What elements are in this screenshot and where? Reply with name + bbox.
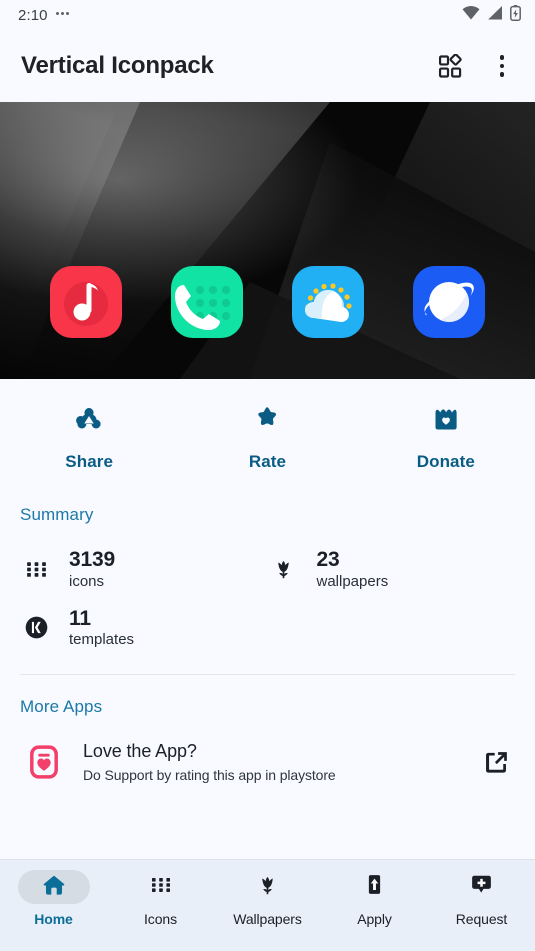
nav-apply-pill [339, 870, 411, 904]
music-app-icon[interactable] [50, 266, 123, 338]
rate-button[interactable]: Rate [178, 404, 356, 472]
page-title: Vertical Iconpack [21, 52, 214, 79]
more-apps-title: More Apps [20, 697, 103, 717]
nav-request-pill [446, 870, 518, 904]
stat-placeholder [268, 604, 516, 663]
status-bar: 2:10 [0, 0, 535, 30]
apply-arrow-icon [362, 872, 387, 902]
stat-templates[interactable]: 11 templates [20, 604, 268, 663]
app-bar-actions [431, 47, 521, 85]
nav-wallpapers-pill [232, 870, 304, 904]
more-apps-card-subtitle: Do Support by rating this app in playsto… [83, 767, 336, 784]
stat-wallpapers-value: 23 [316, 548, 340, 571]
hero-icon-row [0, 266, 535, 338]
overflow-dots-icon [55, 12, 69, 18]
app-bar: Vertical Iconpack [0, 30, 535, 102]
rate-button-label: Rate [248, 452, 287, 471]
cellular-signal-icon [487, 5, 503, 25]
status-bar-left: 2:10 [18, 7, 69, 24]
stat-icons-label: icons [69, 572, 105, 590]
share-button[interactable]: Share [0, 404, 178, 472]
nav-item-request[interactable]: Request [428, 870, 535, 927]
more-apps-card[interactable]: Love the App? Do Support by rating this … [20, 717, 515, 801]
nav-item-icons[interactable]: Icons [107, 870, 214, 927]
summary-section: Summary 3139 icons 23 wallpapers 11 temp… [0, 491, 535, 676]
summary-stat-grid: 3139 icons 23 wallpapers 11 templates [20, 545, 515, 662]
status-bar-right [462, 4, 521, 26]
nav-item-request-label: Request [455, 911, 508, 927]
tulip-icon [268, 556, 300, 582]
dashboard-grid-icon[interactable] [431, 47, 469, 85]
weather-app-icon[interactable] [291, 266, 364, 338]
request-plus-icon [469, 872, 494, 902]
gift-heart-icon [431, 404, 461, 439]
nav-icons-pill [125, 870, 197, 904]
stat-wallpapers[interactable]: 23 wallpapers [268, 545, 516, 604]
donate-button-label: Donate [416, 452, 475, 471]
donate-button[interactable]: Donate [357, 404, 535, 472]
nav-item-wallpapers[interactable]: Wallpapers [214, 870, 321, 927]
stat-templates-label: templates [69, 631, 135, 649]
stat-icons[interactable]: 3139 icons [20, 545, 268, 604]
summary-stat-row: 3139 icons 23 wallpapers [20, 545, 515, 604]
grid-dots-icon [149, 873, 173, 902]
stat-templates-value: 11 [69, 606, 91, 630]
tulip-icon [255, 872, 280, 903]
nav-home-pill [17, 870, 90, 904]
hero-banner[interactable] [0, 102, 535, 379]
nav-item-wallpapers-label: Wallpapers [233, 911, 302, 927]
battery-charging-icon [510, 4, 521, 26]
nav-item-apply[interactable]: Apply [321, 870, 428, 927]
summary-title: Summary [20, 505, 94, 524]
share-nodes-icon [74, 404, 104, 439]
kebab-menu-icon[interactable] [483, 47, 521, 85]
more-apps-card-title: Love the App? [83, 741, 197, 762]
content-spacer [0, 801, 535, 859]
stat-wallpapers-label: wallpapers [316, 572, 389, 590]
bottom-navigation: Home Icons Wallpapers Apply Request [0, 859, 535, 951]
summary-stat-row: 11 templates [20, 604, 515, 663]
status-bar-clock: 2:10 [18, 6, 48, 24]
share-button-label: Share [65, 452, 114, 471]
phone-dialer-app-icon[interactable] [171, 266, 244, 338]
star-icon [252, 404, 282, 439]
nav-item-icons-label: Icons [144, 911, 177, 927]
nav-item-home[interactable]: Home [0, 870, 107, 927]
kwgt-circle-icon [20, 615, 52, 640]
heart-card-icon [24, 742, 64, 782]
nav-item-home-label: Home [34, 911, 73, 927]
wifi-icon [462, 5, 480, 25]
browser-app-icon[interactable] [412, 266, 485, 338]
action-row: Share Rate Donate [0, 379, 535, 491]
more-apps-section: More Apps Love the App? Do Support by ra… [0, 675, 535, 802]
home-icon [41, 872, 67, 903]
app-root: 2:10 Vertical Iconpack Share Rate Donate… [0, 0, 535, 951]
open-external-icon[interactable] [479, 749, 513, 776]
stat-icons-value: 3139 [69, 548, 115, 571]
grid-dots-icon [20, 557, 52, 582]
nav-item-apply-label: Apply [357, 911, 392, 927]
